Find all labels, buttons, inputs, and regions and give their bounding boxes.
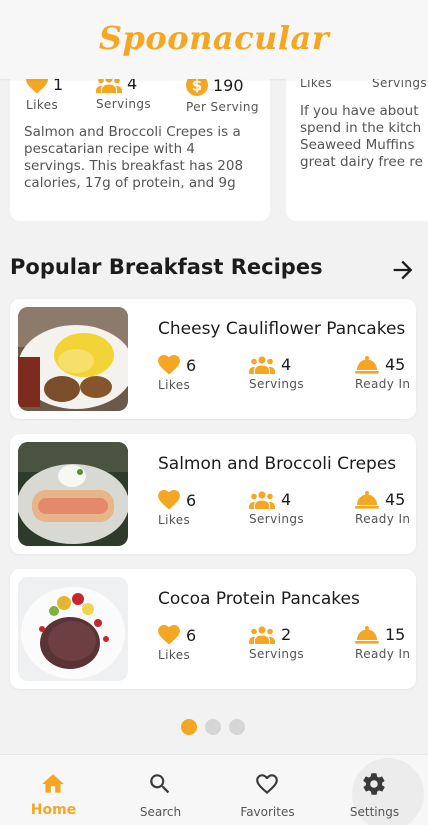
cloche-icon bbox=[355, 625, 379, 644]
gear-icon bbox=[363, 773, 385, 795]
heart-icon bbox=[158, 355, 180, 375]
likes-count: 6 bbox=[186, 355, 197, 375]
people-icon bbox=[249, 490, 275, 509]
likes-label: Likes bbox=[158, 378, 191, 392]
people-icon bbox=[249, 355, 275, 374]
app-header: Spoonacular bbox=[0, 0, 428, 79]
heart-icon bbox=[158, 490, 180, 510]
section-title: Popular Breakfast Recipes bbox=[10, 255, 323, 279]
nav-settings[interactable]: Settings bbox=[321, 755, 428, 825]
recipe-title: Salmon and Broccoli Crepes bbox=[158, 454, 397, 474]
cloche-icon bbox=[355, 355, 379, 374]
servings-label: Servings bbox=[249, 377, 305, 391]
arrow-right-icon[interactable] bbox=[389, 256, 417, 284]
ready-time-value: 45 bbox=[385, 355, 406, 374]
pager-dot-active[interactable] bbox=[181, 719, 197, 735]
ready-time-stat: 15 Ready In bbox=[355, 625, 410, 661]
nav-search[interactable]: Search bbox=[107, 755, 214, 825]
heart-icon bbox=[158, 625, 180, 645]
recipe-summary: Salmon and Broccoli Crepes is a pescatar… bbox=[24, 124, 244, 191]
pager-dot[interactable] bbox=[205, 719, 221, 735]
ready-time-label: Ready In bbox=[355, 377, 411, 391]
home-icon bbox=[42, 774, 64, 793]
nav-label: Favorites bbox=[240, 805, 295, 819]
likes-label: Likes bbox=[158, 513, 191, 527]
nav-favorites[interactable]: Favorites bbox=[214, 755, 321, 825]
servings-stat: 4 Servings bbox=[249, 355, 304, 391]
nav-label: Settings bbox=[349, 805, 400, 819]
price-stat: $ 190 Per Serving bbox=[186, 74, 259, 114]
ready-time-label: Ready In bbox=[355, 512, 411, 526]
likes-count: 6 bbox=[186, 625, 197, 645]
recipe-thumbnail bbox=[18, 307, 128, 411]
app-logo: Spoonacular bbox=[98, 19, 330, 57]
likes-label: Likes bbox=[26, 98, 59, 112]
servings-count: 4 bbox=[281, 490, 292, 509]
recipe-summary: If you have about spend in the kitch Sea… bbox=[300, 103, 428, 171]
recipe-thumbnail bbox=[18, 442, 128, 546]
servings-stat: 4 Servings bbox=[96, 74, 151, 111]
likes-stat: 6 Likes bbox=[158, 490, 196, 527]
search-icon bbox=[150, 774, 170, 794]
servings-stat: 2 Servings bbox=[249, 625, 304, 661]
servings-count: 2 bbox=[281, 625, 292, 644]
likes-count: 6 bbox=[186, 490, 197, 510]
recipe-card[interactable]: Salmon and Broccoli Crepes 6 Likes 4 Ser… bbox=[10, 434, 416, 554]
people-icon bbox=[249, 625, 275, 644]
nav-label: Search bbox=[139, 805, 182, 819]
servings-label: Servings bbox=[249, 512, 305, 526]
summary-line: great dairy free re bbox=[300, 154, 423, 170]
servings-label: Servings bbox=[96, 97, 152, 111]
cloche-icon bbox=[355, 490, 379, 509]
nav-home[interactable]: Home bbox=[0, 755, 107, 825]
likes-label: Likes bbox=[158, 648, 191, 662]
ready-time-label: Ready In bbox=[355, 647, 411, 661]
likes-stat: 6 Likes bbox=[158, 625, 196, 662]
summary-line: Seaweed Muffins bbox=[300, 137, 415, 153]
summary-line: If you have about bbox=[300, 103, 419, 119]
price-label: Per Serving bbox=[186, 100, 259, 114]
ready-time-stat: 45 Ready In bbox=[355, 490, 410, 526]
recipe-title: Cheesy Cauliflower Pancakes bbox=[158, 319, 406, 339]
svg-text:$: $ bbox=[192, 77, 202, 95]
recipe-card[interactable]: Cocoa Protein Pancakes 6 Likes 2 Serving… bbox=[10, 569, 416, 689]
nav-label: Home bbox=[30, 802, 77, 818]
likes-stat: 6 Likes bbox=[158, 355, 196, 392]
heart-outline-icon bbox=[256, 774, 278, 795]
servings-label: Servings bbox=[249, 647, 305, 661]
summary-line: spend in the kitch bbox=[300, 120, 422, 136]
ready-time-value: 45 bbox=[385, 490, 406, 509]
recipe-card[interactable]: Cheesy Cauliflower Pancakes 6 Likes 4 Se… bbox=[10, 299, 416, 419]
pager-dot[interactable] bbox=[229, 719, 245, 735]
ready-time-value: 15 bbox=[385, 625, 406, 644]
bottom-navigation: Home Search Favorites Settings bbox=[0, 754, 428, 825]
servings-stat: 4 Servings bbox=[249, 490, 304, 526]
servings-count: 4 bbox=[281, 355, 292, 374]
recipe-thumbnail bbox=[18, 577, 128, 681]
recipe-title: Cocoa Protein Pancakes bbox=[158, 589, 360, 609]
ready-time-stat: 45 Ready In bbox=[355, 355, 410, 391]
likes-stat: 1 Likes bbox=[26, 74, 63, 112]
